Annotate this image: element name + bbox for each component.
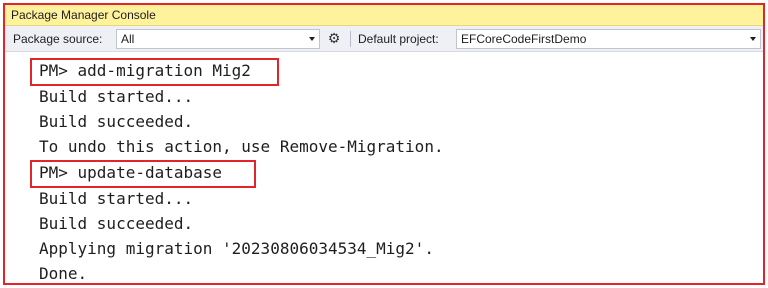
gear-icon[interactable]: ⚙	[325, 30, 343, 48]
package-manager-console-window: Package Manager Console Package source: …	[3, 3, 765, 285]
console-line-command: PM> update-database	[39, 163, 223, 182]
console-output[interactable]: PM> add-migration Mig2 Build started... …	[5, 53, 763, 283]
default-project-value: EFCoreCodeFirstDemo	[461, 32, 587, 46]
console-toolbar: Package source: All ⚙ Default project: E…	[5, 26, 763, 52]
package-source-value: All	[121, 32, 135, 46]
toolbar-divider	[350, 31, 351, 47]
default-project-dropdown[interactable]: EFCoreCodeFirstDemo	[456, 29, 761, 49]
console-line: Done.	[39, 264, 88, 283]
console-line: Applying migration '20230806034534_Mig2'…	[39, 239, 434, 258]
console-line: Build succeeded.	[39, 214, 194, 233]
console-line-command: PM> add-migration Mig2	[39, 61, 251, 80]
default-project-label: Default project:	[358, 32, 439, 46]
package-source-dropdown[interactable]: All	[116, 29, 320, 49]
console-line: Build started...	[39, 87, 194, 106]
console-line: To undo this action, use Remove-Migratio…	[39, 137, 444, 156]
window-title: Package Manager Console	[5, 5, 763, 26]
package-source-label: Package source:	[13, 32, 103, 46]
chevron-down-icon	[750, 37, 756, 41]
console-line: Build succeeded.	[39, 112, 194, 131]
console-line: Build started...	[39, 189, 194, 208]
chevron-down-icon	[309, 37, 315, 41]
